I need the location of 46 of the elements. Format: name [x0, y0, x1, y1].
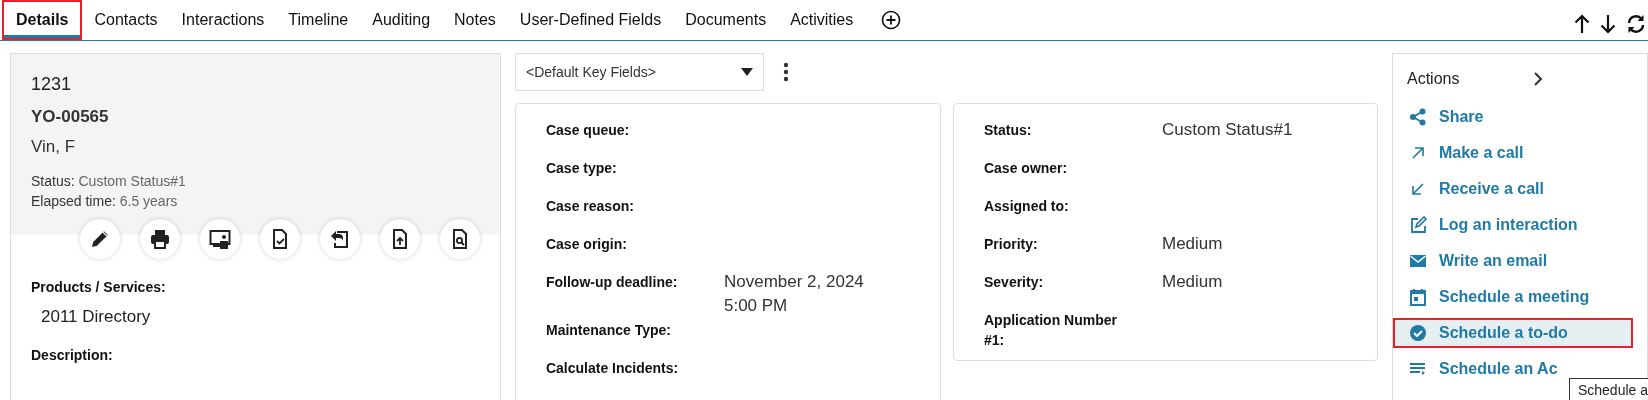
action-link[interactable]: Schedule a to-do [1392, 318, 1633, 348]
record-number: 1231 [31, 74, 73, 95]
field-label: Case origin: [545, 235, 628, 254]
actions-title: Actions [1406, 70, 1460, 88]
field-label: Assigned to: [983, 197, 1070, 216]
elapsed-value: 6.5 years [119, 193, 178, 209]
field-label: Case reason: [545, 197, 635, 216]
tab[interactable]: Details [2, 0, 83, 40]
field-label: Maintenance Type: [545, 321, 672, 340]
action-link[interactable]: Log an interaction [1392, 210, 1633, 240]
field-value: Medium [1161, 233, 1224, 255]
field-value: 2011 Directory [41, 307, 152, 327]
action-link[interactable]: Receive a call [1392, 174, 1633, 204]
action-link[interactable]: Make a call [1392, 138, 1633, 168]
field-label: Case type: [545, 159, 618, 178]
tab[interactable]: Timeline [276, 0, 361, 40]
tab[interactable]: Contacts [82, 0, 170, 40]
field-label: Application Number #1: [983, 311, 1118, 350]
action-link[interactable]: Share [1392, 102, 1633, 132]
action-link[interactable]: Write an email [1392, 246, 1633, 276]
status-value: Custom Status#1 [78, 173, 186, 189]
tab[interactable]: Interactions [169, 0, 277, 40]
record-code: YO-00565 [31, 107, 110, 127]
field-value: Medium [1161, 271, 1224, 293]
tab[interactable]: Auditing [360, 0, 443, 40]
field-label: Follow-up deadline: [545, 273, 679, 292]
field-label: Case queue: [545, 121, 631, 140]
field-label: Priority: [983, 235, 1039, 254]
field-value: Custom Status#1 [1161, 119, 1294, 141]
key-fields-dropdown[interactable]: <Default Key Fields> [514, 53, 764, 91]
tab[interactable]: Notes [442, 0, 508, 40]
field-label: Calculate Incidents: [545, 359, 680, 378]
action-link[interactable]: Schedule a meeting [1392, 282, 1633, 312]
contact-name: Vin, F [31, 137, 77, 157]
status-label: Status: [31, 173, 75, 189]
tab[interactable]: User-Defined Fields [507, 0, 674, 40]
tooltip: Schedule a [1568, 378, 1648, 400]
field-label: Description: [31, 347, 114, 363]
field-value: November 2, 2024 5:00 PM [723, 271, 865, 317]
tab[interactable]: Activities [778, 0, 866, 40]
tab[interactable]: Documents [673, 0, 779, 40]
field-label: Status: [983, 121, 1033, 140]
field-label: Products / Services: [31, 279, 167, 295]
field-label: Case owner: [983, 159, 1069, 178]
field-label: Severity: [983, 273, 1045, 292]
elapsed-label: Elapsed time: [31, 193, 116, 209]
